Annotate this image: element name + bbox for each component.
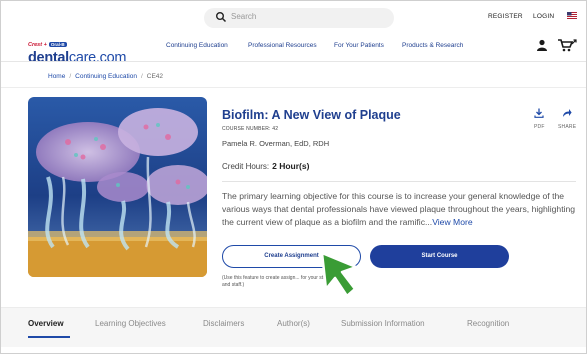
view-more-link[interactable]: View More xyxy=(432,217,472,227)
logo-care: care.com xyxy=(68,50,127,66)
course-tabs: Overview Learning Objectives Disclaimers… xyxy=(1,307,586,347)
breadcrumb-current: CE42 xyxy=(146,73,164,80)
share-label: SHARE xyxy=(558,124,577,130)
course-description: The primary learning objective for this … xyxy=(222,190,578,229)
nav-for-your-patients[interactable]: For Your Patients xyxy=(334,42,384,49)
tab-submission-information[interactable]: Submission Information xyxy=(341,319,425,328)
breadcrumb-divider xyxy=(1,87,586,88)
credit-hours: Credit Hours: 2 Hour(s) xyxy=(222,161,309,171)
user-icon[interactable] xyxy=(536,39,548,51)
nav-professional-resources[interactable]: Professional Resources xyxy=(248,42,317,49)
pdf-label: PDF xyxy=(534,124,545,130)
cart-icon[interactable] xyxy=(557,39,577,52)
course-number: COURSE NUMBER: 42 xyxy=(222,126,279,132)
breadcrumb: Home / Continuing Education / CE42 xyxy=(48,73,164,80)
logo-dental: dental xyxy=(28,50,69,66)
top-bar: Search REGISTER LOGIN xyxy=(1,1,586,34)
search-placeholder: Search xyxy=(231,12,257,21)
start-course-button[interactable]: Start Course xyxy=(370,245,509,268)
header-divider xyxy=(1,61,586,62)
credit-hours-value: 2 Hour(s) xyxy=(272,161,310,171)
description-text: The primary learning objective for this … xyxy=(222,191,576,227)
share-button[interactable]: SHARE xyxy=(558,105,576,130)
breadcrumb-home[interactable]: Home xyxy=(48,73,65,80)
page-frame: Search REGISTER LOGIN Crest + Oral-B dent… xyxy=(0,0,587,354)
pdf-button[interactable]: PDF xyxy=(534,105,545,130)
info-divider xyxy=(222,181,576,182)
breadcrumb-continuing-education[interactable]: Continuing Education xyxy=(75,73,137,80)
credit-hours-label: Credit Hours: xyxy=(222,162,270,171)
nav-continuing-education[interactable]: Continuing Education xyxy=(166,42,228,49)
nav-products-research[interactable]: Products & Research xyxy=(402,42,463,49)
login-link[interactable]: LOGIN xyxy=(533,13,554,20)
register-link[interactable]: REGISTER xyxy=(488,13,523,20)
course-title: Biofilm: A New View of Plaque xyxy=(222,108,401,122)
share-icon xyxy=(563,109,572,117)
course-author: Pamela R. Overman, EdD, RDH xyxy=(222,139,330,148)
course-hero-image xyxy=(28,97,207,277)
tab-disclaimers[interactable]: Disclaimers xyxy=(203,319,244,328)
active-tab-indicator xyxy=(28,336,70,338)
oralb-logo-text: Oral-B xyxy=(48,42,67,47)
pointer-cursor-icon xyxy=(320,251,358,298)
tab-recognition[interactable]: Recognition xyxy=(467,319,509,328)
search-icon xyxy=(216,12,227,23)
crest-logo-text: Crest + xyxy=(28,42,47,48)
tab-authors[interactable]: Author(s) xyxy=(277,319,310,328)
tab-overview[interactable]: Overview xyxy=(28,319,64,328)
download-icon xyxy=(534,108,544,118)
search-input[interactable]: Search xyxy=(204,8,394,28)
us-flag-icon[interactable] xyxy=(567,12,577,19)
tab-learning-objectives[interactable]: Learning Objectives xyxy=(95,319,166,328)
